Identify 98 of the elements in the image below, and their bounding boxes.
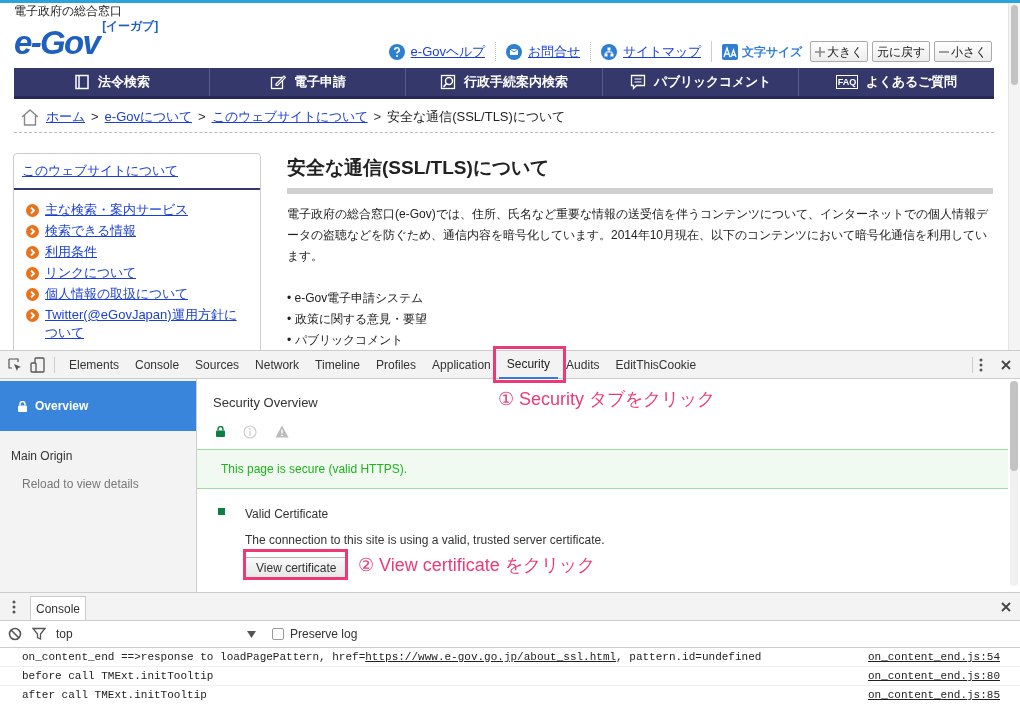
breadcrumb-separator: > [91,107,99,126]
header-link[interactable]: e-Govヘルプ [410,41,485,62]
source-link[interactable]: on_content_end.js:85 [867,686,1000,704]
list-item: • 政策に関する意見・要望 [287,311,428,328]
annotation-text: ① Security タブをクリック [498,390,716,408]
plus-icon [815,46,825,57]
nav-item[interactable]: FAQ よくあるご質問 [797,68,994,96]
drawer-tab[interactable]: Console [30,596,87,620]
section-heading: Main Origin [11,448,74,465]
chevron-circle-icon [26,309,39,322]
list-item: • e-Gov電子申請システム [287,290,425,307]
faq-icon: FAQ [835,75,859,89]
sidebar-link[interactable]: 利用条件 [45,243,245,261]
close-icon [1001,601,1011,612]
logo-text[interactable]: e-Gov [14,26,100,59]
font-size-icon [722,43,738,60]
devtools-tab[interactable]: Security [498,350,559,379]
logo-subtitle: [イーガブ] [102,20,159,32]
lock-icon [18,400,27,412]
tagline: 電子政府の総合窓口 [14,5,123,17]
certificate-description: The connection to this site is using a valid, trusted server certificate. [245,531,605,549]
kebab-icon [12,599,16,614]
scrollbar[interactable] [1010,381,1018,586]
secure-message: This page is secure (valid HTTPS). [221,460,408,478]
book-icon [73,74,90,90]
checkbox[interactable] [272,628,284,640]
sidebar-link[interactable]: 主な検索・案内サービス [45,201,245,219]
search-icon [440,74,456,90]
font-size-button[interactable]: 元に戻す [872,41,930,62]
breadcrumb-current: 安全な通信(SSL/TLS)について [387,107,565,126]
breadcrumb-separator: > [373,107,382,126]
info-icon [243,424,257,439]
font-size-button[interactable]: 小さく [934,41,992,62]
origin-note: Reload to view details [22,476,140,493]
chevron-circle-icon [26,267,39,280]
comment-icon [629,74,646,90]
close-icon [1001,359,1011,370]
pencil-icon [269,74,286,90]
status-square-icon [218,507,225,515]
devtools-tab[interactable]: Network [247,350,308,379]
breadcrumb-link[interactable]: このウェブサイトについて [211,106,368,127]
context-dropdown[interactable]: top [56,625,256,643]
chevron-circle-icon [26,288,39,301]
devtools-tab[interactable]: Console [127,350,188,379]
clear-icon [8,627,22,641]
body-paragraph: 電子政府の総合窓口(e-Gov)では、住所、氏名など重要な情報の送受信を伴うコンテンツについて、インターネットでの個人情報データの盗聴などを防ぐため、通信内容を暗号化しています。2014年10月現在、以下のコンテンツにおいて暗号化通信を利用しています。 [287,206,989,265]
devtools-tab[interactable]: Profiles [368,350,425,379]
breadcrumb-link[interactable]: e-Govについて [104,106,192,127]
devtools-tab[interactable]: Timeline [307,350,368,379]
help-icon [388,43,405,60]
font-size-button[interactable]: 大きく [810,41,868,62]
lock-icon [216,426,225,437]
nav-item[interactable]: 電子申請 [209,68,406,96]
sitemap-icon [601,43,617,60]
sidebar-title-link[interactable]: このウェブサイトについて [22,161,178,181]
inspect-icon [8,357,22,372]
certificate-title: Valid Certificate [245,505,330,523]
console-message: on_content_end ==>response to loadPagePattern, href=https://www.e-gov.go.jp/about_ssl.html, pattern.id=undefined [22,649,763,665]
header-link[interactable]: サイトマップ [623,41,701,62]
devtools-tab[interactable]: Sources [187,350,248,379]
nav-item[interactable]: 行政手続案内検索 [405,68,602,96]
list-item: • パブリックコメント [287,332,404,349]
breadcrumb-separator: > [198,107,206,126]
devtools-tab[interactable]: Elements [61,350,128,379]
warning-icon [275,425,289,438]
chevron-circle-icon [26,204,39,217]
console-link[interactable]: https://www.e-gov.go.jp/about_ssl.html [365,650,617,663]
nav-item[interactable]: 法令検索 [14,68,210,96]
sidebar-link[interactable]: 個人情報の取扱について [45,285,245,303]
breadcrumb-link[interactable]: ホーム [46,106,85,127]
chevron-circle-icon [26,246,39,259]
page-heading: 安全な通信(SSL/TLS)について [287,154,993,194]
device-icon [30,356,46,373]
sidebar-link[interactable]: 検索できる情報 [45,222,245,240]
panel-title: Security Overview [213,394,318,412]
devtools-tab[interactable]: Application [424,350,499,379]
mail-icon [506,43,522,60]
view-certificate-button[interactable]: View certificate [245,556,348,579]
home-icon [20,107,40,126]
nav-item[interactable]: パブリックコメント [601,68,798,96]
devtools-tab[interactable]: EditThisCookie [607,350,705,379]
source-link[interactable]: on_content_end.js:80 [867,667,1000,685]
overview-item[interactable]: Overview [0,381,196,431]
kebab-icon [978,357,983,372]
sidebar-link[interactable]: Twitter(@eGovJapan)運用方針について [45,306,245,342]
chevron-circle-icon [26,225,39,238]
source-link[interactable]: on_content_end.js:54 [867,648,1000,666]
scrollbar[interactable] [1008,3,1020,350]
sidebar-link[interactable]: リンクについて [45,264,245,282]
font-size-label: 文字サイズ [742,43,802,61]
console-message: after call TMExt.initTooltip [22,687,208,703]
devtools-tab[interactable]: Audits [558,350,608,379]
console-message: before call TMExt.initTooltip [22,668,215,684]
filter-icon [32,627,46,641]
annotation-text: ② View certificate をクリック [358,556,595,574]
header-link[interactable]: お問合せ [528,41,580,62]
checkbox-label: Preserve log [290,626,358,643]
dropdown-arrow-icon [247,630,256,638]
